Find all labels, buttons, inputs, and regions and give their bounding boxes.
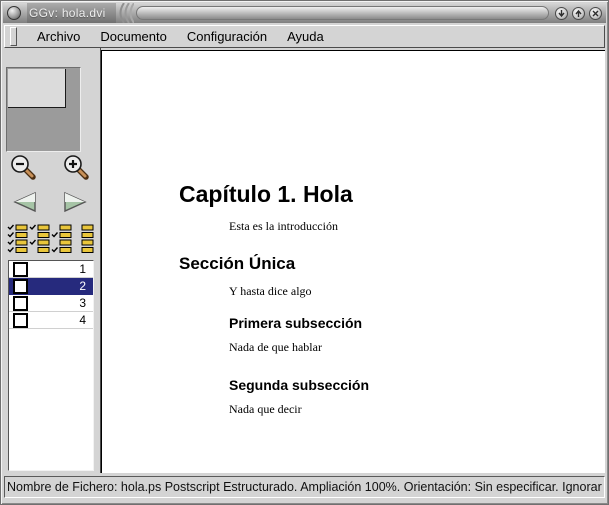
page-list-item[interactable]: 4 bbox=[9, 312, 93, 329]
magnifier-plus-icon bbox=[63, 154, 90, 181]
doc-subsection1-text: Nada de que hablar bbox=[229, 340, 322, 355]
doc-chapter-title: Capítulo 1. Hola bbox=[179, 181, 353, 208]
page-number: 3 bbox=[28, 296, 93, 310]
status-text: Nombre de Fichero: hola.ps Postscript Es… bbox=[5, 480, 602, 494]
toggle-even-pages-button[interactable] bbox=[51, 224, 72, 257]
checklist-odd-checked-icon bbox=[29, 224, 50, 254]
statusbar: Nombre de Fichero: hola.ps Postscript Es… bbox=[4, 476, 605, 498]
window-menu-icon[interactable] bbox=[7, 6, 21, 20]
down-arrow-icon bbox=[557, 9, 566, 18]
menubar-grip[interactable] bbox=[10, 27, 17, 46]
close-x-icon bbox=[591, 9, 600, 18]
checklist-unchecked-icon bbox=[73, 224, 94, 254]
magnifier-minus-icon bbox=[10, 154, 37, 181]
left-triangle-icon bbox=[10, 191, 39, 213]
page-checkbox[interactable] bbox=[13, 279, 28, 294]
checklist-all-checked-icon bbox=[7, 224, 28, 254]
doc-intro-text: Esta es la introducción bbox=[229, 219, 338, 234]
zoom-in-button[interactable] bbox=[63, 154, 90, 184]
page-checkbox[interactable] bbox=[13, 296, 28, 311]
next-page-button[interactable] bbox=[61, 191, 90, 216]
close-button[interactable] bbox=[589, 7, 602, 20]
page-thumbnail bbox=[8, 69, 66, 108]
title-zone: GGv: hola.dvi bbox=[27, 3, 116, 23]
doc-section-text: Y hasta dice algo bbox=[229, 284, 312, 299]
doc-section-title: Sección Única bbox=[179, 254, 295, 274]
document-view[interactable]: Capítulo 1. Hola Esta es la introducción… bbox=[101, 50, 605, 473]
toggle-odd-pages-button[interactable] bbox=[29, 224, 50, 257]
menu-configuracion[interactable]: Configuración bbox=[177, 27, 277, 46]
titlebar[interactable]: GGv: hola.dvi bbox=[3, 3, 606, 23]
zoom-out-button[interactable] bbox=[10, 154, 37, 184]
mark-all-pages-button[interactable] bbox=[7, 224, 28, 257]
page-mark-toolbar bbox=[7, 224, 94, 256]
page-list-item[interactable]: 2 bbox=[9, 278, 93, 295]
maximize-button[interactable] bbox=[572, 7, 585, 20]
page-list-item[interactable]: 1 bbox=[9, 261, 93, 278]
sidebar: 1 2 3 4 bbox=[4, 48, 96, 473]
menu-archivo[interactable]: Archivo bbox=[27, 27, 90, 46]
menu-ayuda[interactable]: Ayuda bbox=[277, 27, 334, 46]
checklist-even-checked-icon bbox=[51, 224, 72, 254]
page-number: 4 bbox=[28, 313, 93, 327]
content-area: 1 2 3 4 Capítulo 1. Hola Esta es la introdu… bbox=[4, 48, 605, 473]
up-arrow-icon bbox=[574, 9, 583, 18]
doc-subsection2-title: Segunda subsección bbox=[229, 377, 369, 393]
window-title: GGv: hola.dvi bbox=[29, 6, 106, 20]
page-number: 2 bbox=[28, 279, 93, 293]
unmark-all-pages-button[interactable] bbox=[73, 224, 94, 257]
menubar: Archivo Documento Configuración Ayuda bbox=[4, 25, 605, 48]
page-list[interactable]: 1 2 3 4 bbox=[8, 260, 94, 471]
page-list-item[interactable]: 3 bbox=[9, 295, 93, 312]
doc-subsection2-text: Nada que decir bbox=[229, 402, 302, 417]
right-triangle-icon bbox=[61, 191, 90, 213]
ggv-window: GGv: hola.dvi Archivo Documento C bbox=[0, 0, 609, 505]
page-nav-toolbar bbox=[10, 190, 90, 216]
titlebar-gloss-bar bbox=[136, 6, 549, 20]
page-number: 1 bbox=[28, 262, 93, 276]
minimize-button[interactable] bbox=[555, 7, 568, 20]
previous-page-button[interactable] bbox=[10, 191, 39, 216]
zoom-toolbar bbox=[10, 154, 90, 184]
doc-subsection1-title: Primera subsección bbox=[229, 315, 362, 331]
page-thumbnail-panel bbox=[6, 67, 81, 152]
titlebar-arcs-decoration bbox=[118, 3, 134, 23]
page-checkbox[interactable] bbox=[13, 313, 28, 328]
page-checkbox[interactable] bbox=[13, 262, 28, 277]
menu-documento[interactable]: Documento bbox=[90, 27, 176, 46]
